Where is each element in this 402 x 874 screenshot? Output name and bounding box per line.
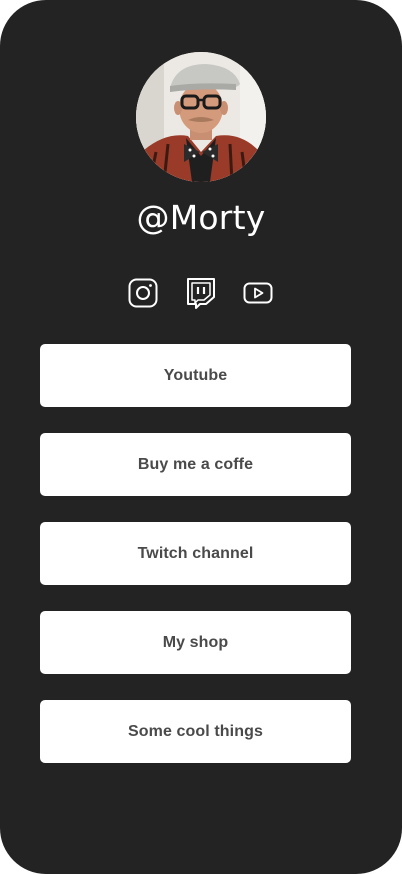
profile-handle: @Morty — [136, 198, 266, 237]
profile-screen: @Morty Youtube Buy me a coffe Twitch cha… — [0, 0, 402, 874]
buy-me-a-coffee-button[interactable]: Buy me a coffe — [40, 433, 351, 496]
instagram-link[interactable] — [127, 276, 159, 310]
avatar-photo — [136, 52, 266, 182]
avatar — [136, 52, 266, 182]
youtube-link[interactable] — [242, 276, 274, 310]
link-label: Youtube — [163, 366, 228, 384]
youtube-icon — [243, 282, 273, 304]
instagram-icon — [128, 278, 158, 308]
link-label: Twitch channel — [137, 544, 254, 562]
my-shop-button[interactable]: My shop — [40, 611, 351, 674]
twitch-icon — [187, 278, 215, 309]
twitch-link[interactable] — [184, 276, 218, 310]
link-label: Buy me a coffe — [137, 455, 254, 473]
link-label: My shop — [162, 633, 229, 651]
link-label: Some cool things — [128, 722, 263, 740]
some-cool-things-button[interactable]: Some cool things — [40, 700, 351, 763]
twitch-channel-button[interactable]: Twitch channel — [40, 522, 351, 585]
youtube-button[interactable]: Youtube — [40, 344, 351, 407]
links-list: Youtube Buy me a coffe Twitch channel My… — [40, 344, 351, 789]
social-icons-row — [0, 276, 402, 310]
